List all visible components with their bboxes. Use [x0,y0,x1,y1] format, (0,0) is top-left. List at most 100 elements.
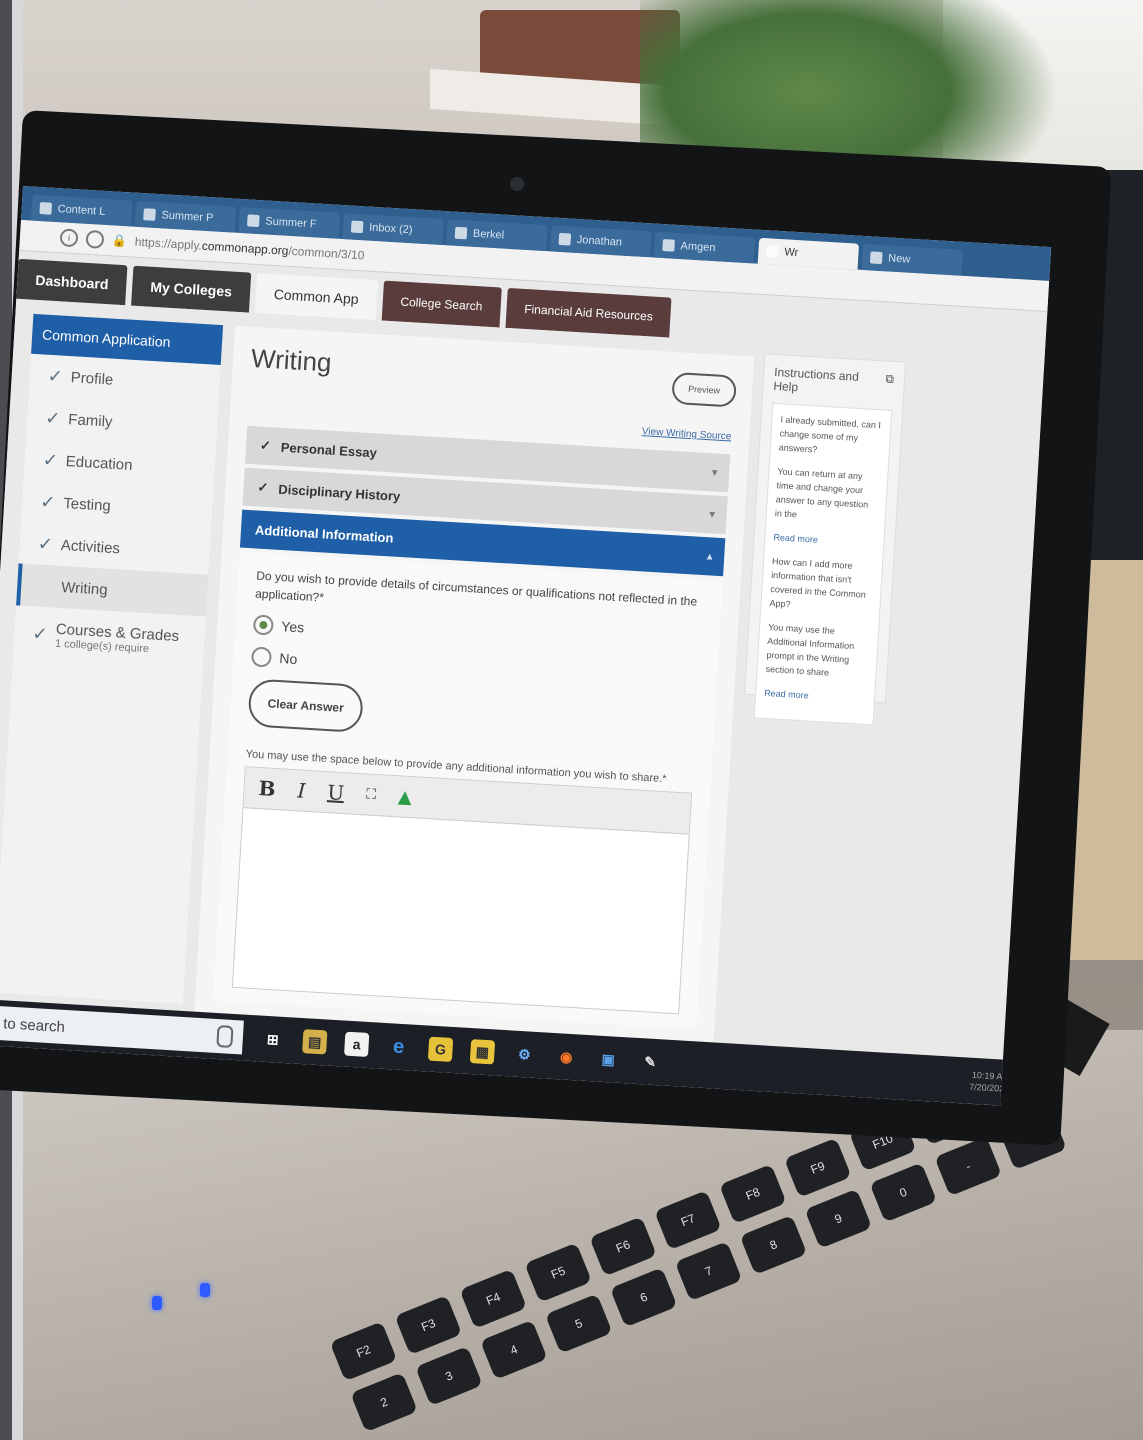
battery-led [200,1283,210,1297]
app-icon[interactable]: ▣ [596,1047,621,1072]
radio-selected-icon[interactable] [252,614,274,636]
tab-label: Berkel [472,227,505,242]
task-view-icon[interactable]: ⊞ [260,1027,285,1052]
tab-label: Content L [57,203,106,218]
help-question: How can I add more information that isn'… [769,556,867,610]
help-content: I already submitted, can I change some o… [753,402,893,726]
rich-text-editor[interactable]: B I U ⛶ ▲ [231,766,693,1015]
microphone-icon[interactable] [216,1025,234,1048]
help-answer: You may use the Additional Information p… [765,621,855,678]
check-icon: ✓ [39,491,57,512]
section-label: Disciplinary History [277,481,401,504]
additional-info-body: Do you wish to provide details of circum… [213,551,723,1030]
instructions-help-panel: Instructions and Help ⧉ I already submit… [744,353,907,726]
help-title: Instructions and Help [773,364,860,395]
url-text[interactable]: https://apply.commonapp.org/common/3/10 [134,235,364,263]
key: F7 [654,1190,722,1251]
sidebar-item-label: Activities [60,536,121,557]
search-placeholder: to search [2,1014,66,1036]
tab-label: Amgen [680,240,716,255]
tab-my-colleges[interactable]: My Colleges [131,265,252,313]
sidebar-item-label: Profile [70,368,114,389]
lock-icon: 🔒 [111,233,128,249]
tab-college-search[interactable]: College Search [381,280,502,328]
writing-panel: Writing Preview View Writing Source ✓ Pe… [194,325,755,1046]
favicon-icon [350,220,364,234]
shield-icon[interactable] [85,229,105,249]
key: F2 [329,1321,398,1382]
favicon-icon [39,202,53,215]
sidebar-item-text: Courses & Grades 1 college(s) require [55,620,180,656]
favicon-icon [662,239,675,252]
favicon-icon [558,232,572,246]
sidebar-item-label: Family [67,410,113,431]
key: F4 [459,1268,528,1329]
check-icon: ✓ [44,407,61,429]
url-prefix: https://apply. [134,234,203,253]
sidebar: Common Application ✓ Profile ✓ Family ✓ Edu… [0,313,224,1004]
sidebar-item-label: Writing [60,578,109,599]
key: F6 [589,1216,657,1277]
help-header: Instructions and Help ⧉ [762,354,905,410]
check-icon: ✓ [259,437,272,454]
key: F3 [394,1295,463,1356]
key: F5 [524,1242,592,1303]
app-icon[interactable]: ⚙ [512,1042,537,1067]
radio-label: Yes [280,618,305,636]
external-link-icon[interactable]: ⧉ [884,372,894,400]
edge-icon[interactable]: e [386,1034,411,1059]
clear-answer-button[interactable]: Clear Answer [247,678,365,734]
read-more-link[interactable]: Read more [764,686,867,706]
url-path: /common/3/10 [288,243,365,263]
favicon-icon [143,208,156,221]
underline-button[interactable]: U [327,780,345,805]
sidebar-item-label: Testing [62,494,112,515]
radio-empty-icon[interactable] [250,646,273,668]
photo-scene: acer F2 F3 F4 F5 F6 F7 F8 F9 F10 F11 F12… [0,0,1143,1440]
webcam [510,177,524,191]
sidebar-item-courses-grades[interactable]: ✓ Courses & Grades 1 college(s) require [13,605,206,670]
check-icon: ✓ [31,622,49,644]
favicon-icon [766,245,779,258]
app-icon[interactable]: ✎ [637,1049,662,1074]
favicon-icon [247,214,260,228]
preview-button[interactable]: Preview [671,371,738,408]
bold-button[interactable]: B [258,776,276,801]
tab-dashboard[interactable]: Dashboard [16,258,128,306]
favicon-icon [454,226,468,240]
power-led [152,1296,162,1310]
tab-label: Jonathan [576,233,623,249]
tab-label: New [887,252,911,266]
fullscreen-icon[interactable]: ⛶ [366,786,377,803]
tab-label: Inbox (2) [368,221,413,237]
firefox-icon[interactable]: ◉ [554,1044,579,1069]
favicon-icon [869,251,883,265]
check-icon: ✓ [37,533,54,554]
tab-label: Summer F [264,215,317,231]
amazon-icon[interactable]: a [343,1031,370,1057]
key: F9 [783,1137,852,1198]
radio-label: No [278,650,298,668]
key: F8 [719,1163,787,1224]
italic-button[interactable]: I [297,778,306,802]
tab-label: Summer P [161,209,214,225]
file-explorer-icon[interactable]: ▤ [302,1029,328,1055]
google-drive-icon[interactable]: ▲ [397,786,412,808]
check-icon: ✓ [47,365,64,387]
url-domain: commonapp.org [201,238,289,258]
section-label: Personal Essay [280,439,378,460]
section-label: Additional Information [254,521,394,546]
taskbar-search[interactable]: to search [0,1005,244,1055]
sticky-notes-icon[interactable]: ▦ [469,1039,496,1065]
help-answer: You can return at any time and change yo… [774,466,869,520]
read-more-link[interactable]: Read more [773,530,876,550]
check-icon: ✓ [257,479,269,496]
main-content: Common Application ✓ Profile ✓ Family ✓ Edu… [0,298,1045,1059]
sidebar-item-label: Education [65,452,133,474]
check-icon: ✓ [42,449,59,471]
chevron-down-icon: ▾ [709,508,716,521]
tab-label: Wr [784,246,799,260]
laptop-screen: Content L Summer P Summer F Inbox (2) Be… [0,186,1052,1106]
app-icon[interactable]: G [427,1036,454,1062]
info-icon[interactable]: i [59,228,79,248]
